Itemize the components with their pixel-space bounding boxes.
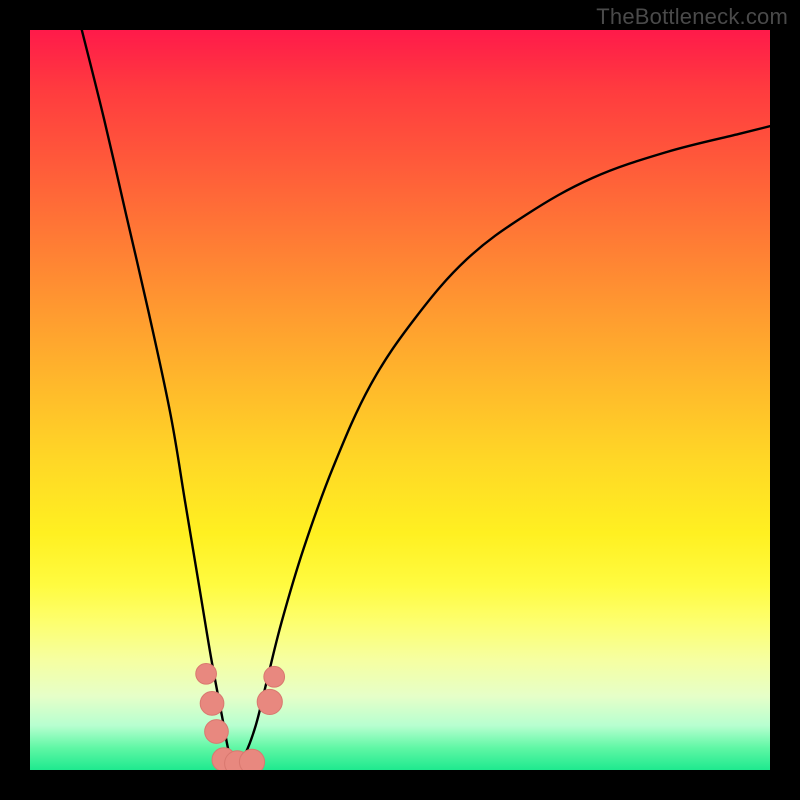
chart-frame: TheBottleneck.com (0, 0, 800, 800)
curve-marker (205, 720, 229, 744)
curve-marker (200, 692, 224, 716)
curve-markers (196, 663, 285, 770)
curve-marker (264, 666, 285, 687)
curve-marker (196, 663, 217, 684)
curve-marker (239, 749, 264, 770)
bottleneck-curve (82, 30, 770, 763)
curve-marker (257, 689, 282, 714)
watermark-text: TheBottleneck.com (596, 4, 788, 30)
plot-area (30, 30, 770, 770)
chart-svg (30, 30, 770, 770)
